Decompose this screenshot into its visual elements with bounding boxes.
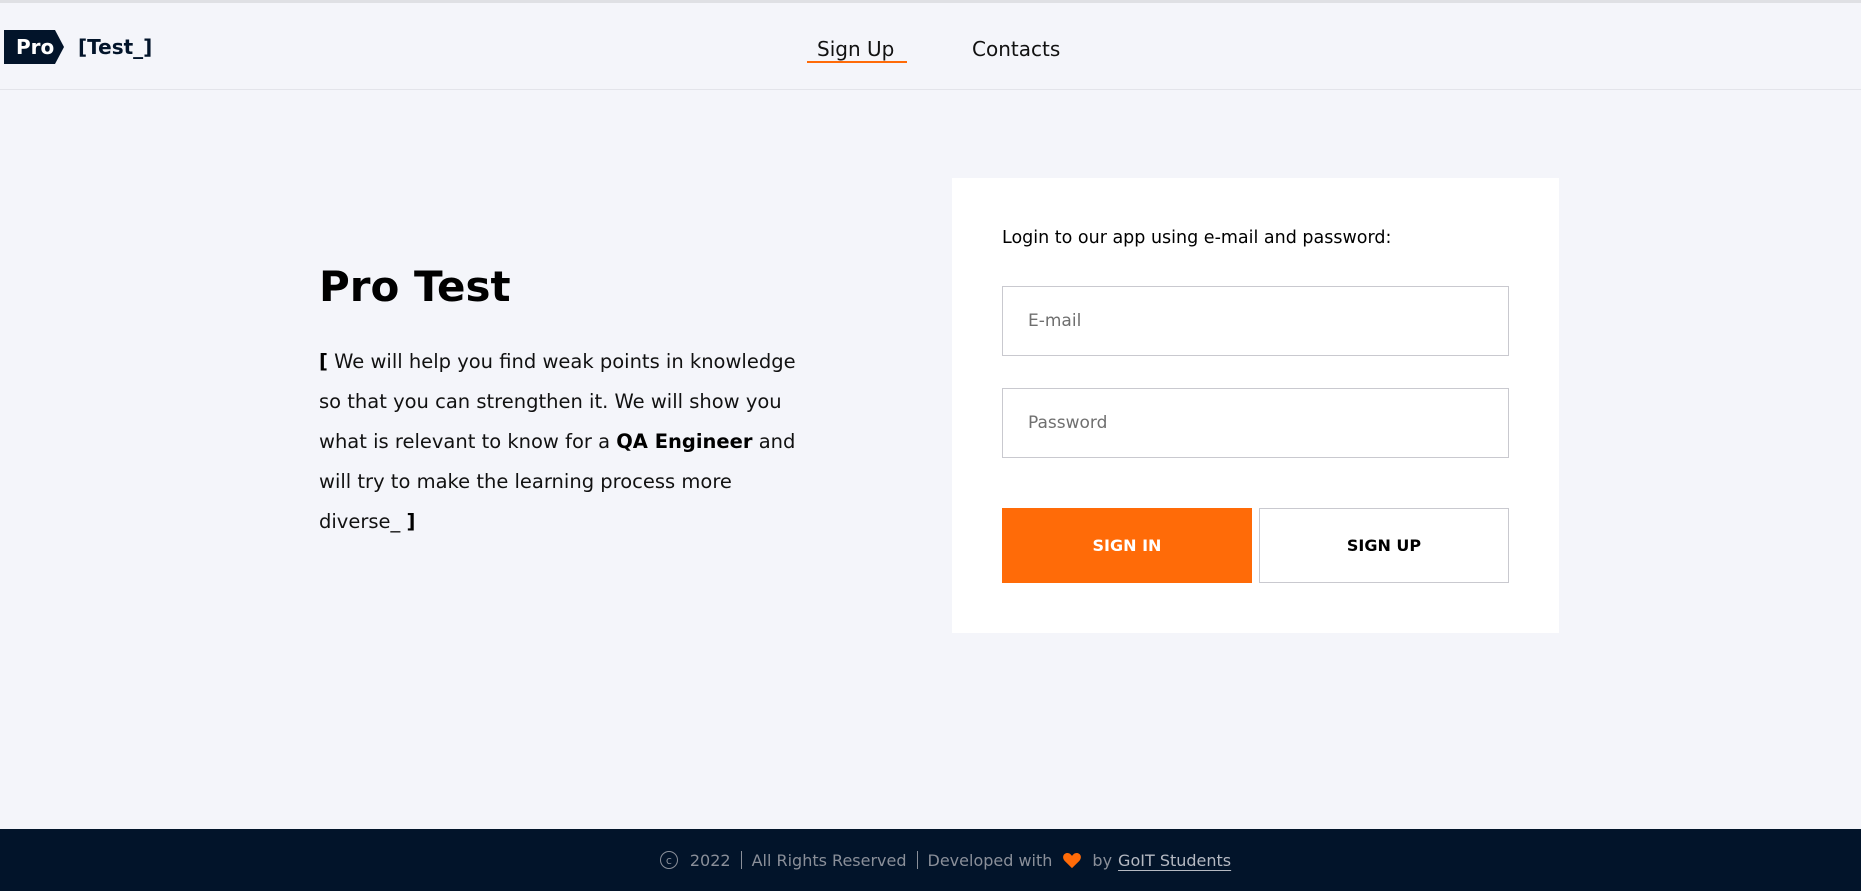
footer-rights: All Rights Reserved	[751, 850, 907, 870]
sign-in-button[interactable]: SIGN IN	[1002, 508, 1252, 583]
bracket-close: ]	[406, 510, 416, 533]
footer-year: 2022	[689, 850, 731, 870]
sign-up-button[interactable]: SIGN UP	[1259, 508, 1509, 583]
heart-icon	[1062, 851, 1082, 869]
footer-divider	[740, 851, 742, 869]
active-nav-underline	[807, 61, 907, 63]
footer-content: c 2022 All Rights Reserved Developed wit…	[659, 850, 1231, 870]
site-header: Pro [Test_] Sign Up Contacts	[0, 3, 1861, 90]
footer-by: by	[1092, 850, 1113, 870]
login-heading: Login to our app using e-mail and passwo…	[1002, 228, 1392, 248]
hero-description: [ We will help you find weak points in k…	[319, 342, 819, 542]
footer-developed: Developed with	[927, 850, 1053, 870]
bracket-open: [	[319, 350, 328, 373]
nav-sign-up-link[interactable]: Sign Up	[817, 37, 894, 61]
site-footer: c 2022 All Rights Reserved Developed wit…	[0, 829, 1861, 891]
main-nav: Sign Up Contacts	[0, 33, 1861, 73]
nav-contacts-link[interactable]: Contacts	[972, 37, 1060, 61]
goit-students-link[interactable]: GoIT Students	[1118, 851, 1231, 870]
footer-divider	[916, 851, 918, 869]
copyright-icon: c	[659, 851, 678, 869]
email-field[interactable]	[1002, 286, 1509, 356]
page-title: Pro Test	[319, 262, 511, 311]
password-field[interactable]	[1002, 388, 1509, 458]
hero-text-bold: QA Engineer	[616, 430, 753, 453]
login-card: Login to our app using e-mail and passwo…	[952, 178, 1559, 633]
